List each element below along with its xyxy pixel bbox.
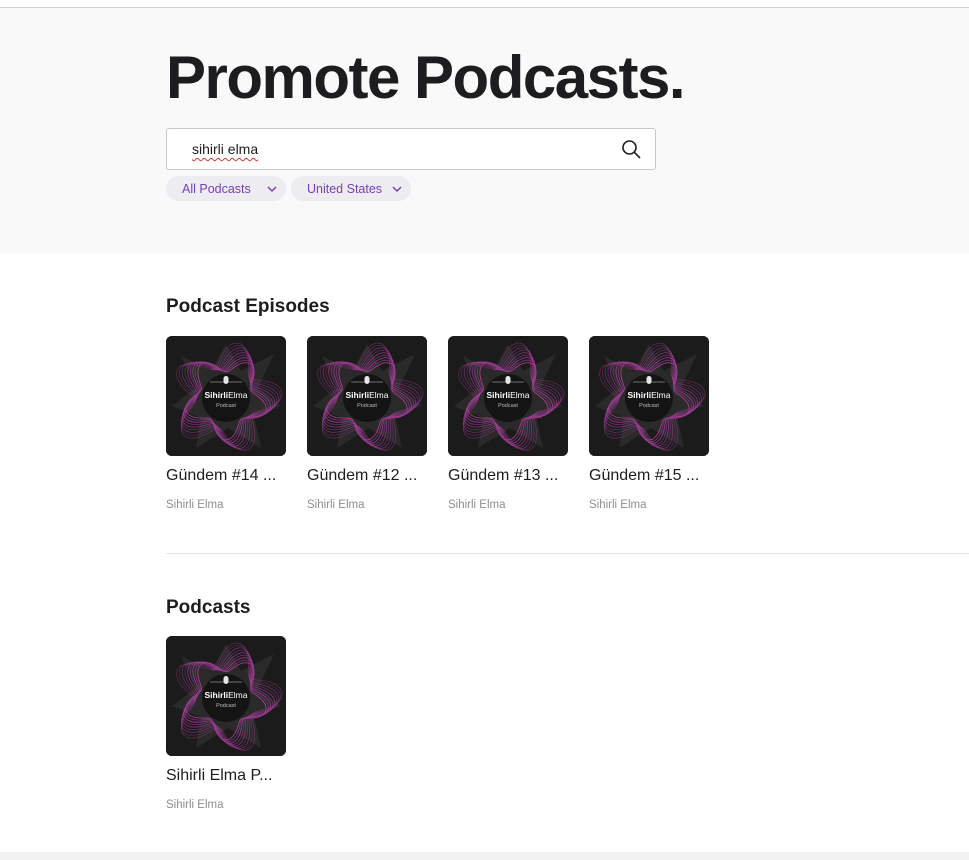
episode-card[interactable]: SihirliElma Podcast Gündem #15 ... Sihirl… xyxy=(589,336,709,513)
podcasts-section-title: Podcasts xyxy=(166,597,251,618)
episode-title[interactable]: Gündem #15 ... xyxy=(589,466,709,486)
episode-artwork[interactable]: SihirliElma Podcast xyxy=(448,336,568,456)
svg-text:SihirliElma: SihirliElma xyxy=(346,390,389,400)
svg-text:SihirliElma: SihirliElma xyxy=(205,690,248,700)
search-input[interactable]: sihirli elma xyxy=(166,128,656,170)
episodes-section-title: Podcast Episodes xyxy=(166,296,330,317)
episode-podcast-name: Sihirli Elma xyxy=(307,499,365,511)
hero-header: Promote Podcasts. sihirli elma All Podca… xyxy=(0,8,969,253)
svg-text:Podcast: Podcast xyxy=(216,703,236,709)
filter-type-label: All Podcasts xyxy=(182,181,251,196)
svg-text:Podcast: Podcast xyxy=(498,403,518,409)
episode-artwork[interactable]: SihirliElma Podcast xyxy=(307,336,427,456)
page-title: Promote Podcasts. xyxy=(166,44,686,111)
svg-text:Podcast: Podcast xyxy=(216,403,236,409)
svg-text:SihirliElma: SihirliElma xyxy=(628,390,671,400)
episode-card[interactable]: SihirliElma Podcast Gündem #13 ... Sihirl… xyxy=(448,336,568,513)
chevron-down-icon xyxy=(267,186,277,193)
podcast-logo-icon: SihirliElma Podcast xyxy=(166,636,286,756)
episode-card[interactable]: SihirliElma Podcast Gündem #14 ... Sihirl… xyxy=(166,336,286,513)
podcast-logo-icon: SihirliElma Podcast xyxy=(307,336,427,456)
section-divider xyxy=(166,553,969,554)
svg-text:Podcast: Podcast xyxy=(639,403,659,409)
chevron-down-icon xyxy=(392,186,402,193)
episode-title[interactable]: Gündem #12 ... xyxy=(307,466,427,486)
podcast-artwork[interactable]: SihirliElma Podcast xyxy=(166,636,286,756)
episode-podcast-name: Sihirli Elma xyxy=(166,499,224,511)
search-icon[interactable] xyxy=(621,139,641,159)
podcast-logo-icon: SihirliElma Podcast xyxy=(589,336,709,456)
podcast-author: Sihirli Elma xyxy=(166,799,224,811)
podcast-title[interactable]: Sihirli Elma P... xyxy=(166,766,286,786)
filter-type-dropdown[interactable]: All Podcasts xyxy=(166,176,286,201)
episode-title[interactable]: Gündem #14 ... xyxy=(166,466,286,486)
search-input-value[interactable]: sihirli elma xyxy=(192,141,258,157)
podcast-card[interactable]: SihirliElma Podcast Sihirli Elma P... Sih… xyxy=(166,636,286,813)
footer-band xyxy=(0,852,969,860)
episode-artwork[interactable]: SihirliElma Podcast xyxy=(166,336,286,456)
episode-podcast-name: Sihirli Elma xyxy=(589,499,647,511)
episode-card[interactable]: SihirliElma Podcast Gündem #12 ... Sihirl… xyxy=(307,336,427,513)
svg-text:Podcast: Podcast xyxy=(357,403,377,409)
filter-country-dropdown[interactable]: United States xyxy=(291,176,411,201)
episode-title[interactable]: Gündem #13 ... xyxy=(448,466,568,486)
svg-text:SihirliElma: SihirliElma xyxy=(487,390,530,400)
episode-artwork[interactable]: SihirliElma Podcast xyxy=(589,336,709,456)
svg-text:SihirliElma: SihirliElma xyxy=(205,390,248,400)
episode-podcast-name: Sihirli Elma xyxy=(448,499,506,511)
filter-country-label: United States xyxy=(307,181,383,196)
podcast-logo-icon: SihirliElma Podcast xyxy=(166,336,286,456)
podcast-logo-icon: SihirliElma Podcast xyxy=(448,336,568,456)
